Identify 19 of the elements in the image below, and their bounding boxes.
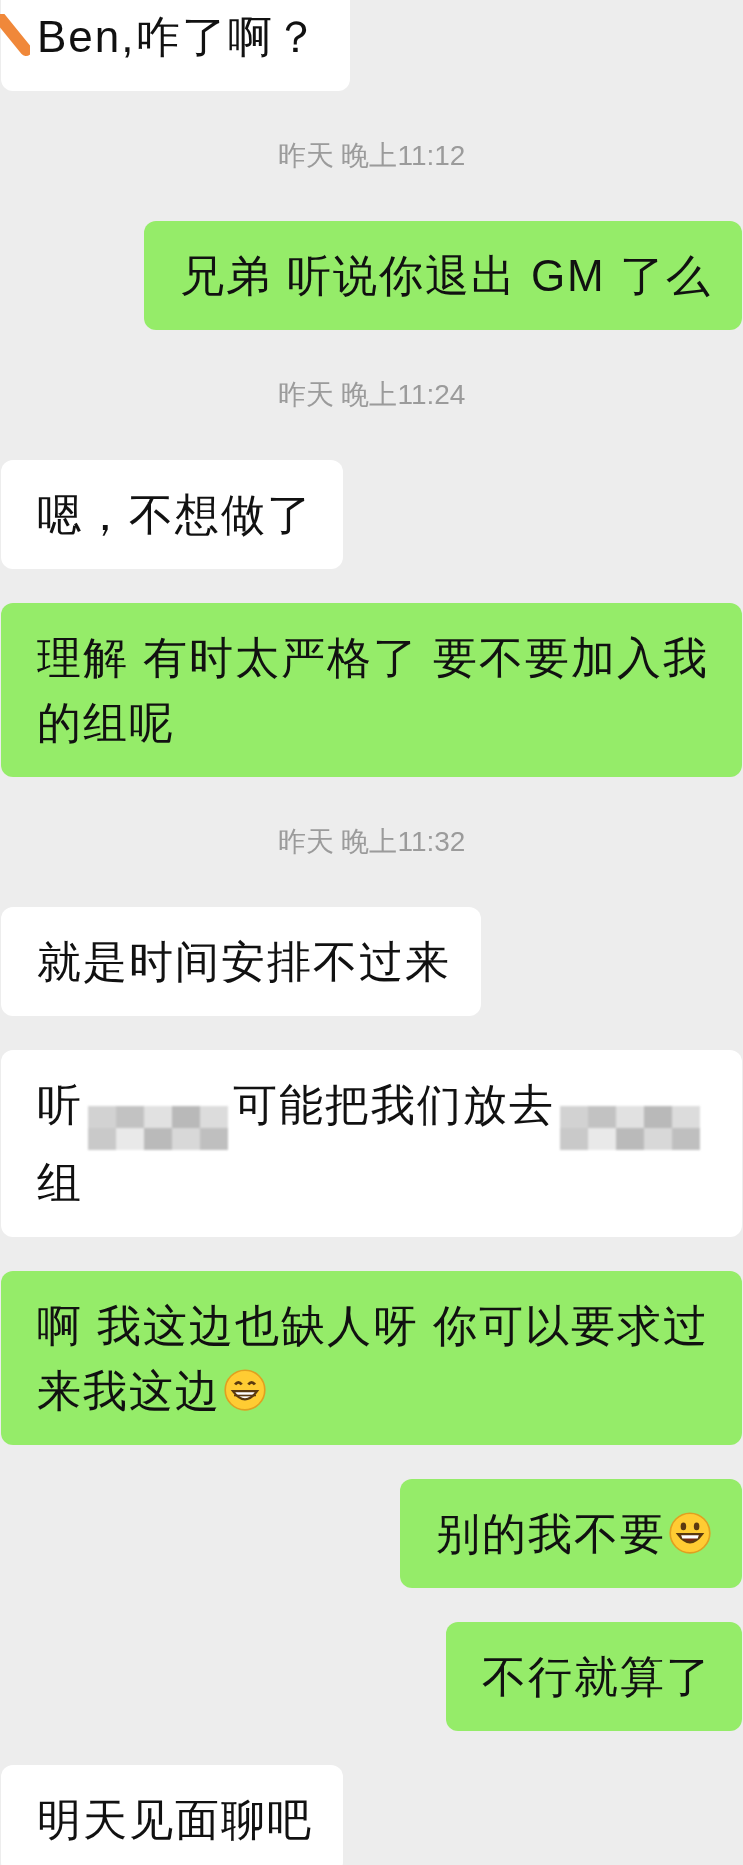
message-text: 听 — [37, 1080, 83, 1129]
message-text: 可能把我们放去 — [233, 1080, 555, 1129]
message-text: 理解 有时太严格了 要不要加入我的组呢 — [37, 633, 710, 747]
timestamp: 昨天 晚上11:32 — [277, 825, 466, 859]
message-text: 不行就算了 — [482, 1652, 712, 1701]
stroke-mark-icon — [0, 14, 30, 58]
message-text: 兄弟 听说你退出 GM 了么 — [180, 251, 712, 300]
grinning-face-icon — [223, 1368, 267, 1412]
timestamp: 昨天 晚上11:12 — [277, 139, 466, 173]
message-text: Ben,咋了啊？ — [37, 12, 320, 61]
message-text: 来我这边 — [37, 1366, 221, 1415]
message-text: 组 — [37, 1158, 83, 1207]
smiling-face-icon — [668, 1511, 712, 1555]
timestamp: 昨天 晚上11:24 — [277, 378, 466, 412]
message-text: 别的我不要 — [436, 1509, 666, 1558]
message-text: 啊 我这边也缺人呀 你可以要求过 — [37, 1301, 710, 1350]
message-text: 嗯，不想做了 — [37, 490, 313, 539]
message-text: 明天见面聊吧 — [37, 1795, 313, 1844]
message-text: 就是时间安排不过来 — [37, 937, 451, 986]
